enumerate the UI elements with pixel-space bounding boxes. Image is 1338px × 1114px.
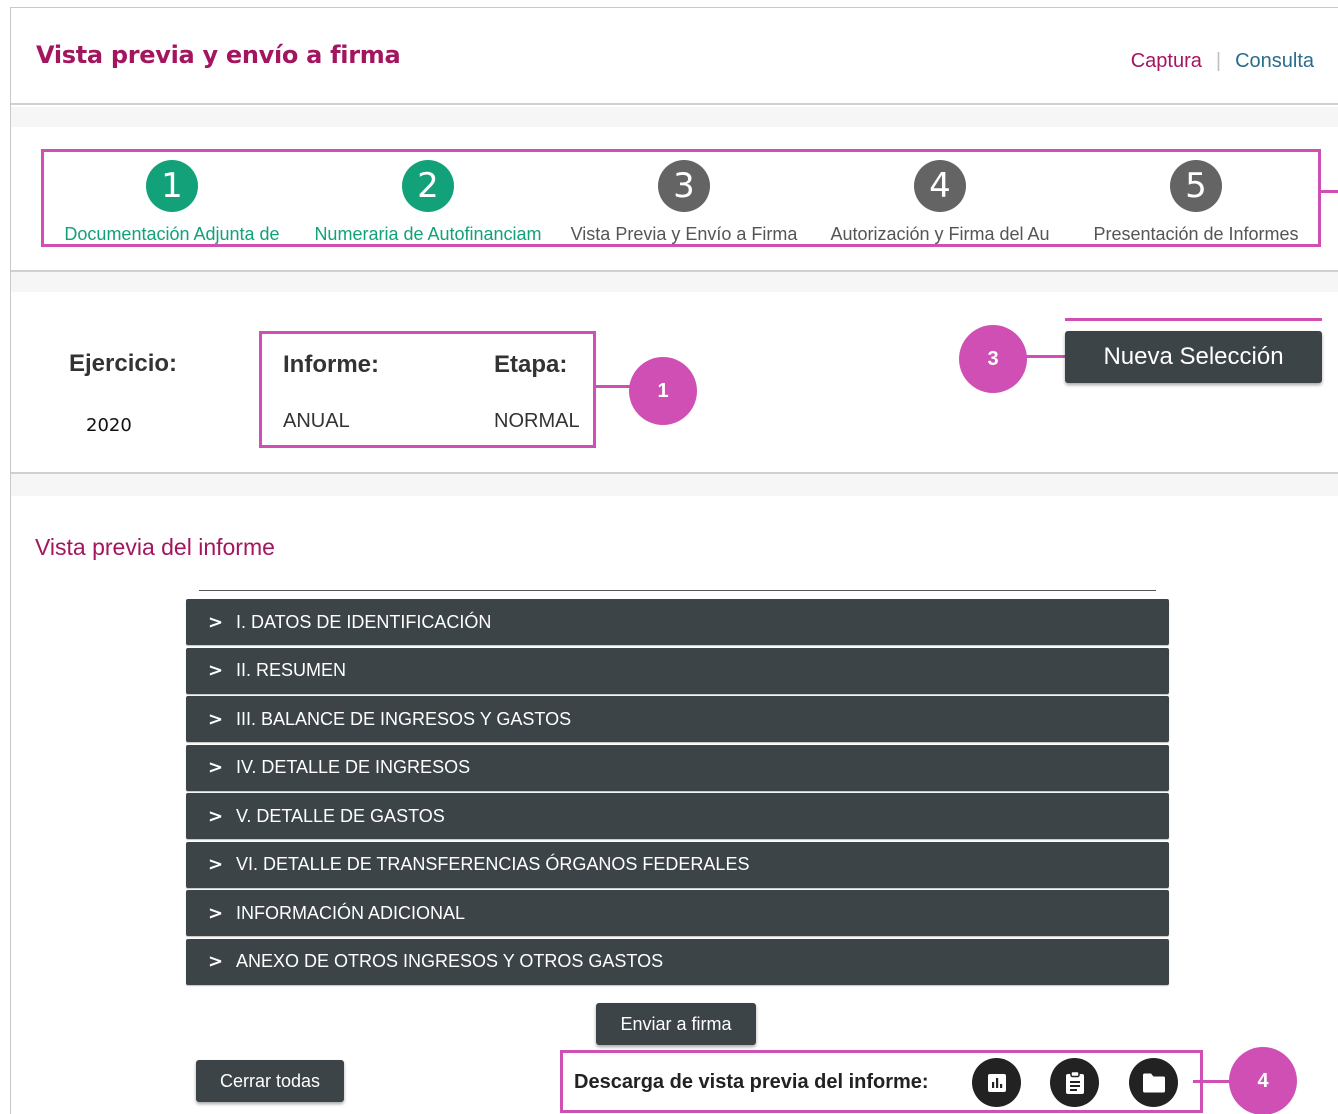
accordion-item-detalle-ingresos[interactable]: > IV. DETALLE DE INGRESOS <box>186 744 1169 791</box>
chevron-right-icon: > <box>208 902 224 924</box>
chevron-right-icon: > <box>208 708 224 730</box>
step-number-2: 2 <box>402 160 454 212</box>
step-label-2: Numeraria de Autofinanciam <box>314 224 542 244</box>
stepper-section: 1 Documentación Adjunta de 2 Numeraria d… <box>11 127 1338 272</box>
section-gap <box>11 474 1338 496</box>
step-label-3: Vista Previa y Envío a Firma <box>570 224 798 244</box>
accordion-item-detalle-gastos[interactable]: > V. DETALLE DE GASTOS <box>186 793 1169 839</box>
stepper-highlight-box: 1 Documentación Adjunta de 2 Numeraria d… <box>41 149 1321 247</box>
section-gap <box>11 107 1338 127</box>
stepper-callout-line <box>1321 190 1338 193</box>
step-1[interactable]: 1 Documentación Adjunta de <box>44 160 300 245</box>
folder-icon[interactable] <box>1129 1058 1178 1107</box>
accordion-item-resumen[interactable]: > II. RESUMEN <box>186 647 1169 694</box>
accordion-label: V. DETALLE DE GASTOS <box>236 805 445 826</box>
accordion-label: ANEXO DE OTROS INGRESOS Y OTROS GASTOS <box>236 951 664 971</box>
accordion-item-informacion-adicional[interactable]: > INFORMACIÓN ADICIONAL <box>186 890 1169 936</box>
captura-link[interactable]: Captura <box>1131 50 1202 73</box>
accordion-item-transferencias[interactable]: > VI. DETALLE DE TRANSFERENCIAS ÓRGANOS … <box>186 841 1169 888</box>
step-number-4: 4 <box>914 160 966 212</box>
step-label-1: Documentación Adjunta de <box>64 224 280 244</box>
accordion-label: II. RESUMEN <box>236 660 347 680</box>
chevron-right-icon: > <box>208 611 224 633</box>
enviar-a-firma-button[interactable]: Enviar a firma <box>596 1003 756 1045</box>
download-highlight-box: Descarga de vista previa del informe: <box>560 1050 1203 1113</box>
report-accordion: > I. DATOS DE IDENTIFICACIÓN > II. RESUM… <box>186 599 1169 987</box>
step-3[interactable]: 3 Vista Previa y Envío a Firma <box>556 160 812 245</box>
etapa-label: Etapa: <box>494 351 568 378</box>
step-number-3: 3 <box>658 160 710 212</box>
chevron-right-icon: > <box>208 854 224 875</box>
nueva-seleccion-button[interactable]: Nueva Selección <box>1065 331 1322 383</box>
top-links: Captura | Consulta <box>1131 50 1314 73</box>
page-title: Vista previa y envío a firma <box>36 41 401 69</box>
accordion-label: INFORMACIÓN ADICIONAL <box>236 902 466 923</box>
preview-divider <box>199 590 1156 591</box>
chevron-right-icon: > <box>208 757 224 778</box>
accordion-item-balance[interactable]: > III. BALANCE DE INGRESOS Y GASTOS <box>186 696 1169 742</box>
informe-value: ANUAL <box>283 410 350 432</box>
callout-1-badge: 1 <box>629 357 697 425</box>
bar-chart-icon[interactable] <box>972 1058 1021 1107</box>
nueva-highlight-line <box>1065 318 1322 321</box>
chevron-right-icon: > <box>208 805 224 827</box>
step-5[interactable]: 5 Presentación de Informes <box>1068 160 1324 245</box>
callout-3-badge: 3 <box>959 325 1027 393</box>
selection-highlight-box: Informe: ANUAL Etapa: NORMAL <box>259 331 596 448</box>
accordion-label: III. BALANCE DE INGRESOS Y GASTOS <box>236 708 572 729</box>
accordion-label: I. DATOS DE IDENTIFICACIÓN <box>236 611 492 632</box>
link-separator: | <box>1215 50 1222 72</box>
consulta-link[interactable]: Consulta <box>1235 50 1314 73</box>
informe-label: Informe: <box>283 351 379 378</box>
selection-section: Ejercicio: 2020 Informe: ANUAL Etapa: NO… <box>11 292 1338 474</box>
accordion-label: VI. DETALLE DE TRANSFERENCIAS ÓRGANOS FE… <box>236 854 750 874</box>
preview-title: Vista previa del informe <box>35 534 275 560</box>
step-label-4: Autorización y Firma del Au <box>830 224 1050 244</box>
callout-4-badge: 4 <box>1229 1047 1297 1114</box>
etapa-value: NORMAL <box>494 410 580 432</box>
ejercicio-value: 2020 <box>86 415 132 436</box>
download-label: Descarga de vista previa del informe: <box>574 1071 929 1093</box>
accordion-label: IV. DETALLE DE INGRESOS <box>236 757 471 777</box>
section-gap <box>11 272 1338 292</box>
step-number-5: 5 <box>1170 160 1222 212</box>
page-header: Vista previa y envío a firma Captura | C… <box>11 8 1338 105</box>
step-4[interactable]: 4 Autorización y Firma del Au <box>812 160 1068 245</box>
step-label-5: Presentación de Informes <box>1093 224 1299 244</box>
page: Vista previa y envío a firma Captura | C… <box>10 7 1338 1114</box>
cerrar-todas-button[interactable]: Cerrar todas <box>196 1060 344 1102</box>
clipboard-icon[interactable] <box>1050 1058 1099 1107</box>
callout-3-line <box>1023 355 1067 358</box>
chevron-right-icon: > <box>208 660 224 681</box>
accordion-item-datos-identificacion[interactable]: > I. DATOS DE IDENTIFICACIÓN <box>186 599 1169 645</box>
accordion-item-anexo[interactable]: > ANEXO DE OTROS INGRESOS Y OTROS GASTOS <box>186 938 1169 985</box>
chevron-right-icon: > <box>208 951 224 972</box>
step-2[interactable]: 2 Numeraria de Autofinanciam <box>300 160 556 245</box>
ejercicio-label: Ejercicio: <box>69 350 178 377</box>
step-number-1: 1 <box>146 160 198 212</box>
